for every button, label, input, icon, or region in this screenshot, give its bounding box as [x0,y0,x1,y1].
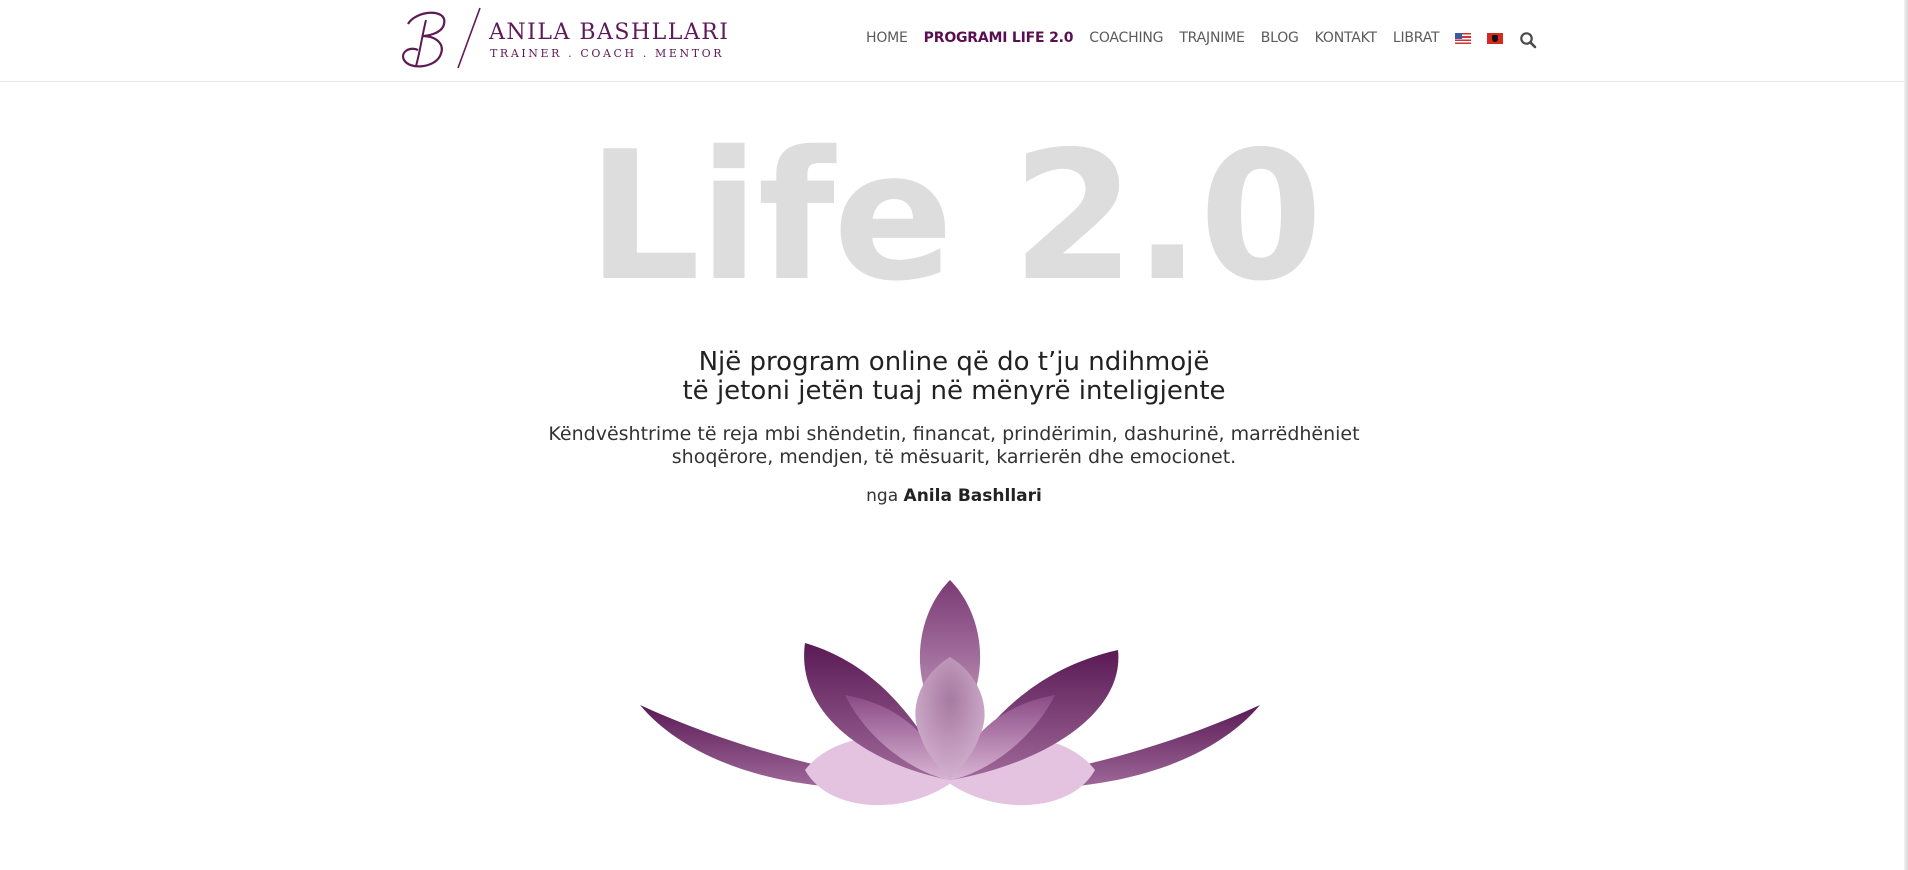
hero-author: nga Anila Bashllari [0,486,1908,506]
nav-librat[interactable]: LIBRAT [1393,30,1440,46]
nav-home[interactable]: HOME [866,30,908,46]
hero-headline: Një program online që do t’ju ndihmojë t… [0,348,1908,406]
site-header: ANILA BASHLLARI TRAINER . COACH . MENTOR… [0,0,1908,82]
logo-monogram-icon [402,7,481,69]
hero-headline-line1: Një program online që do t’ju ndihmojë [698,347,1210,377]
nav-programi-life[interactable]: PROGRAMI LIFE 2.0 [924,30,1074,46]
hero-description-line2: shoqërore, mendjen, të mësuarit, karrier… [671,446,1237,468]
main-nav: HOME PROGRAMI LIFE 2.0 COACHING TRAJNIME… [866,27,1537,49]
nav-trajnime[interactable]: TRAJNIME [1179,30,1245,46]
site-logo[interactable]: ANILA BASHLLARI TRAINER . COACH . MENTOR [396,6,728,72]
hero-headline-line2: të jetoni jetën tuaj në mënyrë inteligje… [682,376,1226,406]
flag-us-icon[interactable] [1455,32,1472,44]
lotus-icon [640,580,1260,806]
brand-tagline: TRAINER . COACH . MENTOR [490,47,725,60]
search-icon[interactable] [1519,31,1537,49]
hero-description: Këndvështrime të reja mbi shëndetin, fin… [0,423,1908,469]
nav-kontakt[interactable]: KONTAKT [1315,30,1377,46]
hero-description-line1: Këndvështrime të reja mbi shëndetin, fin… [548,423,1360,445]
nav-blog[interactable]: BLOG [1261,30,1299,46]
flag-al-icon[interactable] [1487,32,1504,44]
hero-title: Life 2.0 [587,113,1323,320]
author-prefix: nga [866,486,899,506]
brand-name: ANILA BASHLLARI [489,20,730,45]
author-name: Anila Bashllari [903,486,1042,506]
nav-coaching[interactable]: COACHING [1089,30,1163,46]
scrollbar[interactable] [1904,0,1908,870]
